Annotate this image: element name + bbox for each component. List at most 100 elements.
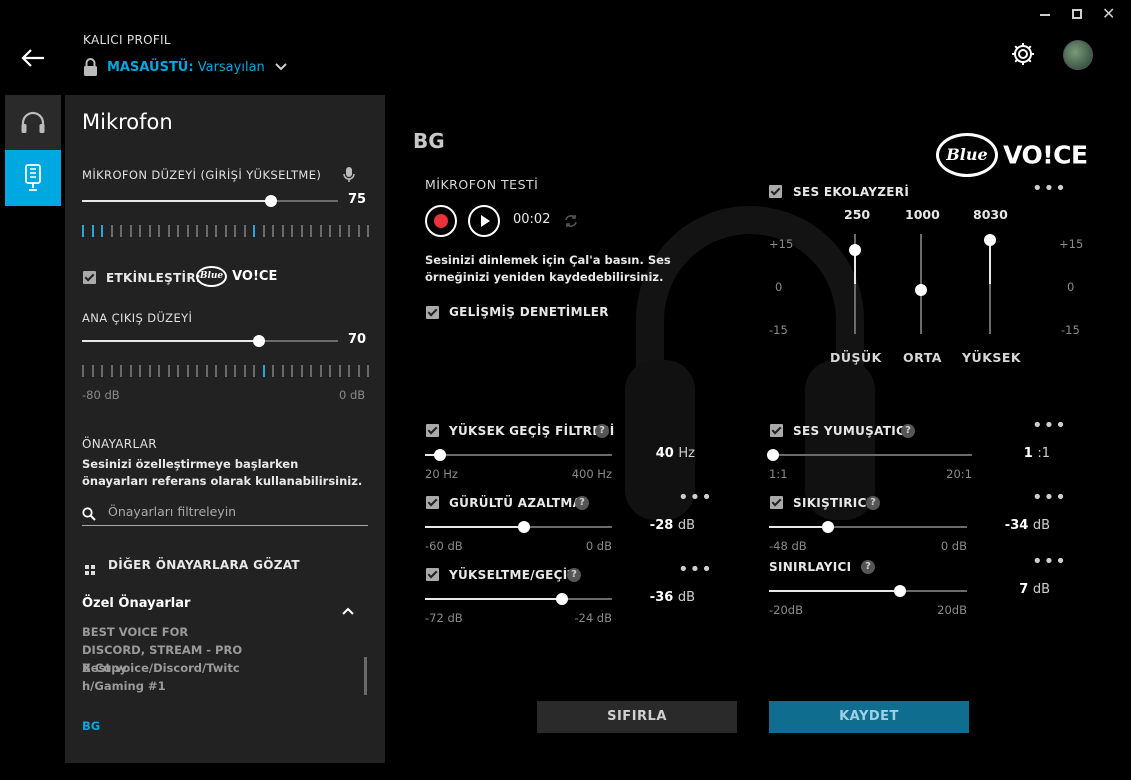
profile-selector[interactable]: MASAÜSTÜ: Varsayılan (107, 60, 287, 75)
eq-label: SES EKOLAYZERİ (793, 185, 910, 199)
expander-min: -72 dB (425, 611, 463, 625)
help-icon[interactable]: ? (866, 496, 880, 510)
main-output-slider[interactable] (82, 334, 338, 348)
meter-tick (357, 225, 360, 237)
expander-more-icon[interactable]: ••• (678, 561, 713, 579)
record-button[interactable] (425, 205, 457, 237)
profile-name: Varsayılan (197, 60, 265, 75)
mic-level-slider[interactable] (82, 194, 338, 208)
meter-tick (291, 225, 293, 237)
meter-tick (253, 225, 255, 237)
compressor-checkbox[interactable] (770, 496, 783, 509)
play-button[interactable] (468, 205, 500, 237)
mic-level-label: MİKROFON DÜZEYİ (GİRİŞİ YÜKSELTME) (82, 168, 322, 182)
close-button[interactable]: ✕ (1102, 4, 1115, 23)
meter-tick (215, 365, 217, 377)
back-arrow-icon[interactable] (20, 48, 46, 68)
noise-reduction-min: -60 dB (425, 539, 463, 553)
preset-item[interactable]: Best voice/Discord/Twitch/Gaming #1 (82, 659, 242, 695)
noise-reduction-max: 0 dB (585, 539, 612, 553)
minimize-button[interactable] (1040, 6, 1054, 16)
meter-tick (291, 365, 293, 377)
meter-tick (110, 225, 113, 237)
noise-reduction-checkbox[interactable] (426, 496, 439, 509)
loop-icon[interactable] (564, 213, 578, 232)
output-max: 0 dB (339, 388, 366, 402)
meter-tick (186, 225, 189, 237)
meter-tick (215, 225, 217, 237)
de-esser-more-icon[interactable]: ••• (1032, 417, 1067, 435)
limiter-slider[interactable] (769, 584, 967, 598)
noise-reduction-more-icon[interactable]: ••• (678, 489, 713, 507)
noise-reduction-slider[interactable] (425, 520, 612, 534)
meter-tick (205, 225, 208, 237)
help-icon[interactable]: ? (861, 560, 875, 574)
tab-microphone[interactable] (5, 150, 61, 206)
eq-band-thumb[interactable] (849, 244, 861, 256)
eq-more-icon[interactable]: ••• (1032, 180, 1067, 198)
enable-checkbox[interactable] (83, 271, 96, 284)
meter-tick (338, 365, 341, 377)
expander-checkbox[interactable] (426, 568, 439, 581)
preset-title: BG (413, 129, 445, 153)
custom-presets-heading: Özel Önayarlar (82, 596, 191, 611)
browse-presets-link[interactable]: DİĞER ÖNAYARLARA GÖZAT (108, 558, 300, 572)
meter-tick (101, 365, 103, 377)
tab-headset[interactable] (5, 95, 61, 150)
advanced-checkbox[interactable] (426, 306, 439, 319)
help-icon[interactable]: ? (575, 496, 589, 510)
preset-scrollbar[interactable] (364, 657, 367, 695)
meter-tick (148, 365, 151, 377)
eq-scale-bottom-right: -15 (1061, 323, 1080, 337)
chevron-up-icon[interactable] (342, 600, 354, 619)
compressor-slider[interactable] (769, 520, 967, 534)
meter-tick (348, 225, 350, 237)
help-icon[interactable]: ? (595, 424, 609, 438)
eq-band-name: ORTA (903, 350, 942, 365)
grid-icon (85, 561, 96, 580)
meter-tick (177, 225, 179, 237)
help-icon[interactable]: ? (567, 568, 581, 582)
de-esser-checkbox[interactable] (770, 424, 783, 437)
limiter-label: SINIRLAYICI (769, 560, 852, 574)
compressor-value: -34 dB (1004, 518, 1050, 533)
meter-tick (367, 225, 369, 237)
limiter-thumb[interactable] (894, 585, 906, 597)
meter-tick (110, 365, 113, 377)
noise-reduction-thumb[interactable] (518, 521, 530, 533)
eq-band-slider[interactable] (915, 234, 927, 334)
preset-item-active[interactable]: BG (82, 719, 100, 733)
eq-band-thumb[interactable] (984, 234, 996, 246)
high-pass-slider[interactable] (425, 448, 612, 462)
eq-band-freq: 1000 (905, 207, 940, 222)
high-pass-checkbox[interactable] (426, 424, 439, 437)
meter-tick (101, 225, 103, 237)
meter-tick (120, 225, 122, 237)
preset-search[interactable]: Önayarları filtreleyin (82, 502, 368, 526)
gear-icon[interactable] (1010, 41, 1036, 67)
high-pass-thumb[interactable] (434, 449, 446, 461)
eq-checkbox[interactable] (769, 185, 782, 198)
de-esser-thumb[interactable] (767, 449, 779, 461)
save-button[interactable]: KAYDET (769, 701, 969, 733)
limiter-more-icon[interactable]: ••• (1032, 553, 1067, 571)
expander-thumb[interactable] (556, 593, 568, 605)
presets-description: Sesinizi özelleştirmeye başlarken önayar… (82, 457, 363, 488)
de-esser-min: 1:1 (769, 467, 788, 481)
maximize-button[interactable] (1072, 9, 1082, 19)
reset-button[interactable]: SIFIRLA (537, 701, 737, 733)
compressor-more-icon[interactable]: ••• (1032, 489, 1067, 507)
search-input[interactable]: Önayarları filtreleyin (108, 504, 236, 519)
meter-tick (243, 225, 246, 237)
eq-band-thumb[interactable] (915, 284, 927, 296)
panel-title: Mikrofon (82, 110, 173, 134)
expander-slider[interactable] (425, 592, 612, 606)
eq-band-slider[interactable] (984, 234, 996, 334)
de-esser-slider[interactable] (767, 448, 972, 462)
compressor-thumb[interactable] (822, 521, 834, 533)
meter-tick (262, 225, 265, 237)
eq-band-slider[interactable] (849, 234, 861, 334)
help-icon[interactable]: ? (901, 424, 915, 438)
headset-icon (20, 110, 46, 138)
avatar[interactable] (1063, 40, 1093, 70)
